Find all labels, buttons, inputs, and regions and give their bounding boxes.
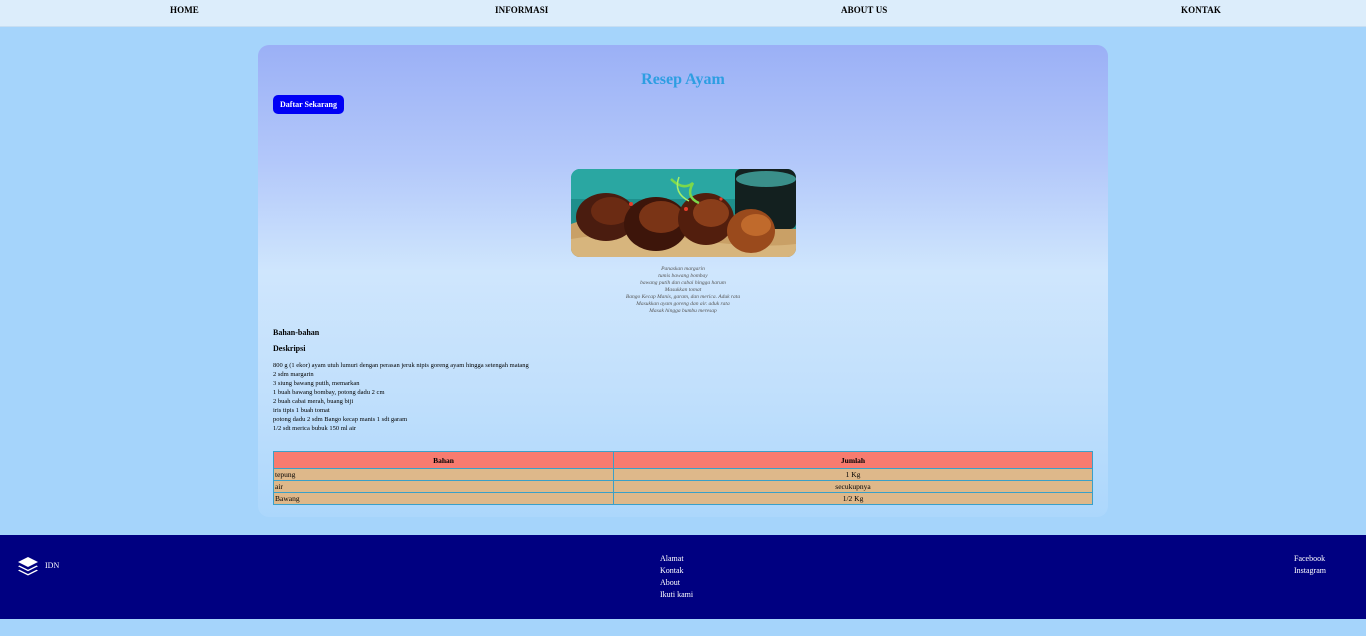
nav-informasi-link[interactable]: INFORMASI <box>495 5 548 15</box>
column-header-jumlah: Jumlah <box>613 451 1093 469</box>
ingredients-table: Bahan Jumlah tepung 1 Kg air secukupnya … <box>273 451 1093 505</box>
column-header-bahan: Bahan <box>273 451 614 469</box>
site-footer: IDN Alamat Kontak About Ikuti kami Faceb… <box>0 535 1366 619</box>
description-text: 800 g (1 ekor) ayam utuh lumuri dengan p… <box>273 361 529 433</box>
register-button[interactable]: Daftar Sekarang <box>273 95 344 114</box>
table-row: air secukupnya <box>273 480 1093 493</box>
caption-line: Masak hingga bumbu meresap <box>649 308 717 314</box>
caption-line: Bango Kecap Manis, garam, dan merica. Ad… <box>625 294 741 300</box>
description-line: 2 buah cabai merah, buang biji <box>273 398 354 405</box>
footer-social-links: Facebook Instagram <box>1294 553 1326 577</box>
layers-icon[interactable] <box>16 555 40 577</box>
description-heading: Deskripsi <box>273 344 306 353</box>
table-header-row: Bahan Jumlah <box>273 451 1093 469</box>
nav-kontak-link[interactable]: KONTAK <box>1181 5 1221 15</box>
table-cell: 1/2 Kg <box>613 492 1093 505</box>
description-line: potong dadu 2 sdm Bango kecap manis 1 sd… <box>273 416 408 423</box>
description-line: 1 buah bawang bombay, potong dadu 2 cm <box>273 389 385 396</box>
caption-line: Masukkan ayam goreng dan air. aduk rata <box>636 301 730 307</box>
nav-home-link[interactable]: HOME <box>170 5 199 15</box>
table-cell: 1 Kg <box>613 468 1093 481</box>
footer-links: Alamat Kontak About Ikuti kami <box>660 553 693 601</box>
caption-line: Panaskan margarin <box>661 266 705 272</box>
footer-link-about[interactable]: About <box>660 577 693 589</box>
description-line: 1/2 sdt merica bubuk 150 ml air <box>273 425 357 432</box>
recipe-card: Resep Ayam Daftar Sekarang Panaskan marg <box>258 45 1108 517</box>
description-line: 800 g (1 ekor) ayam utuh lumuri dengan p… <box>273 362 529 369</box>
fried-chicken-photo <box>571 169 796 257</box>
caption-line: bawang putih dan cabai hingga harum <box>640 280 726 286</box>
footer-brand[interactable]: IDN <box>45 561 59 570</box>
ingredients-heading: Bahan-bahan <box>273 328 320 337</box>
description-line: 3 siung bawang putih, memarkan <box>273 380 360 387</box>
instagram-link[interactable]: Instagram <box>1294 565 1326 577</box>
table-cell: Bawang <box>273 492 614 505</box>
table-cell: secukupnya <box>613 480 1093 493</box>
caption-line: Masukkan tomat <box>664 287 702 293</box>
table-cell: tepung <box>273 468 614 481</box>
description-line: iris tipis 1 buah tomat <box>273 407 330 414</box>
page-title: Resep Ayam <box>641 71 725 88</box>
nav-about-link[interactable]: ABOUT US <box>841 5 887 15</box>
footer-link-alamat[interactable]: Alamat <box>660 553 693 565</box>
footer-link-ikuti-kami[interactable]: Ikuti kami <box>660 589 693 601</box>
top-navbar: HOME INFORMASI ABOUT US KONTAK <box>0 0 1366 27</box>
recipe-steps-caption: Panaskan margarin tumis bawang bombay ba… <box>558 266 808 315</box>
facebook-link[interactable]: Facebook <box>1294 553 1326 565</box>
table-cell: air <box>273 480 614 493</box>
table-row: tepung 1 Kg <box>273 468 1093 481</box>
table-row: Bawang 1/2 Kg <box>273 492 1093 505</box>
description-line: 2 sdm margarin <box>273 371 314 378</box>
footer-link-kontak[interactable]: Kontak <box>660 565 693 577</box>
caption-line: tumis bawang bombay <box>658 273 708 279</box>
